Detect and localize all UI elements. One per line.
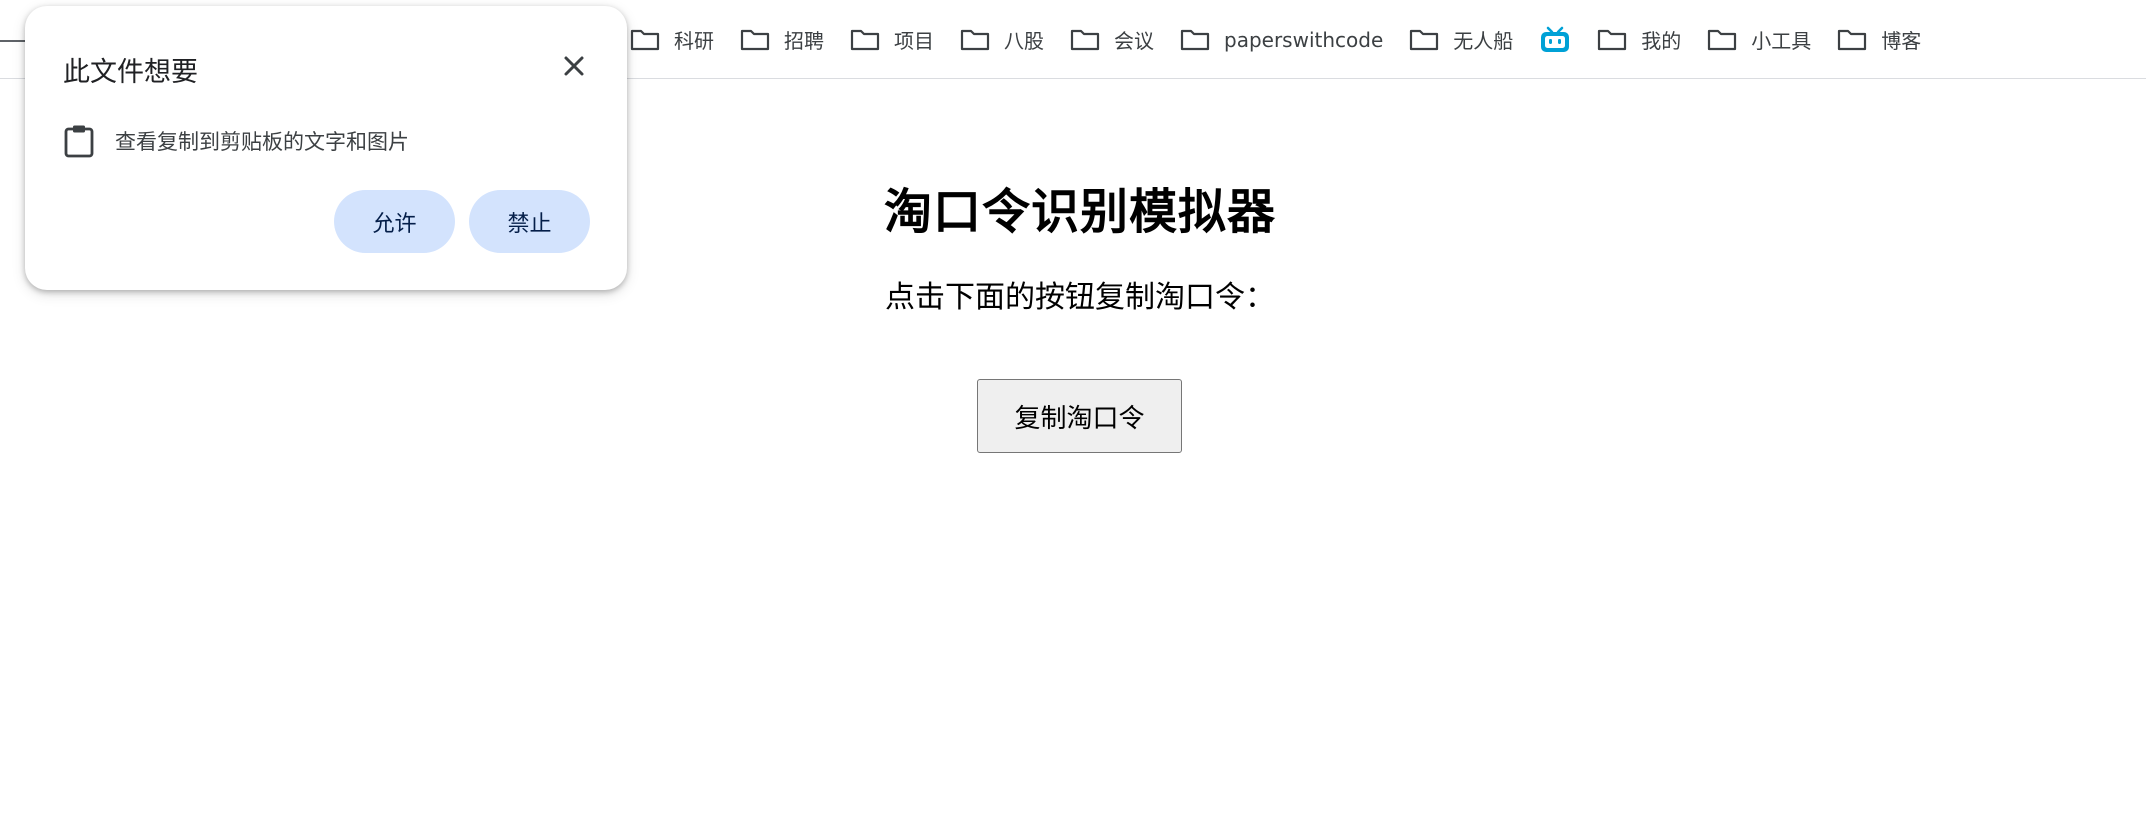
bookmark-folder-projects[interactable]: 项目 xyxy=(846,20,946,60)
folder-icon xyxy=(1598,29,1627,50)
folder-icon xyxy=(960,29,990,50)
bookmark-label: paperswithcode xyxy=(1224,27,1384,52)
bookmark-bilibili[interactable] xyxy=(1535,20,1583,60)
clipboard-permission-popup: 此文件想要 查看复制到剪贴板的文字和图片 允许 禁止 xyxy=(25,6,627,290)
bar-edge-stub xyxy=(0,40,26,42)
bookmark-label: 无人船 xyxy=(1453,29,1514,53)
bookmark-folder-tools[interactable]: 小工具 xyxy=(1703,20,1823,60)
bookmark-label: 我的 xyxy=(1641,29,1682,53)
permission-text: 查看复制到剪贴板的文字和图片 xyxy=(115,130,409,154)
bookmark-folder-interview[interactable]: 八股 xyxy=(956,20,1056,60)
clipboard-icon xyxy=(64,125,94,158)
bookmark-label: 招聘 xyxy=(784,29,824,53)
bookmark-label: 项目 xyxy=(894,29,934,53)
folder-icon xyxy=(1070,29,1100,50)
popup-title: 此文件想要 xyxy=(63,57,198,88)
folder-icon xyxy=(1838,29,1867,50)
bookmark-label: 博客 xyxy=(1881,29,1922,53)
bookmark-label: 八股 xyxy=(1004,29,1044,53)
folder-icon xyxy=(1180,29,1210,50)
bookmark-folder-recruiting[interactable]: 招聘 xyxy=(736,20,836,60)
copy-code-button[interactable]: 复制淘口令 xyxy=(977,379,1182,453)
folder-icon xyxy=(1410,29,1439,50)
allow-button[interactable]: 允许 xyxy=(334,190,455,253)
permission-row: 查看复制到剪贴板的文字和图片 xyxy=(63,124,409,158)
bookmark-folder-mine[interactable]: 我的 xyxy=(1593,20,1693,60)
folder-icon xyxy=(850,29,880,50)
bookmark-label: 会议 xyxy=(1114,29,1154,53)
bookmark-folder-research[interactable]: 科研 xyxy=(626,20,726,60)
bookmark-label: 科研 xyxy=(674,29,714,53)
bilibili-icon xyxy=(1541,26,1570,52)
folder-icon xyxy=(1708,29,1737,50)
close-icon[interactable] xyxy=(558,50,590,82)
bookmark-folder-paperswithcode[interactable]: paperswithcode xyxy=(1176,20,1395,60)
block-button[interactable]: 禁止 xyxy=(469,190,590,253)
bookmark-label: 小工具 xyxy=(1751,29,1812,53)
bookmarks-list: 科研 招聘 项目 八股 会议 paperswithcode 无人船 我的 小工具… xyxy=(626,0,1943,79)
bookmark-folder-blog[interactable]: 博客 xyxy=(1833,20,1933,60)
folder-icon xyxy=(630,29,660,50)
bookmark-folder-conferences[interactable]: 会议 xyxy=(1066,20,1166,60)
bookmark-folder-unmanned-boat[interactable]: 无人船 xyxy=(1405,20,1525,60)
folder-icon xyxy=(740,29,770,50)
